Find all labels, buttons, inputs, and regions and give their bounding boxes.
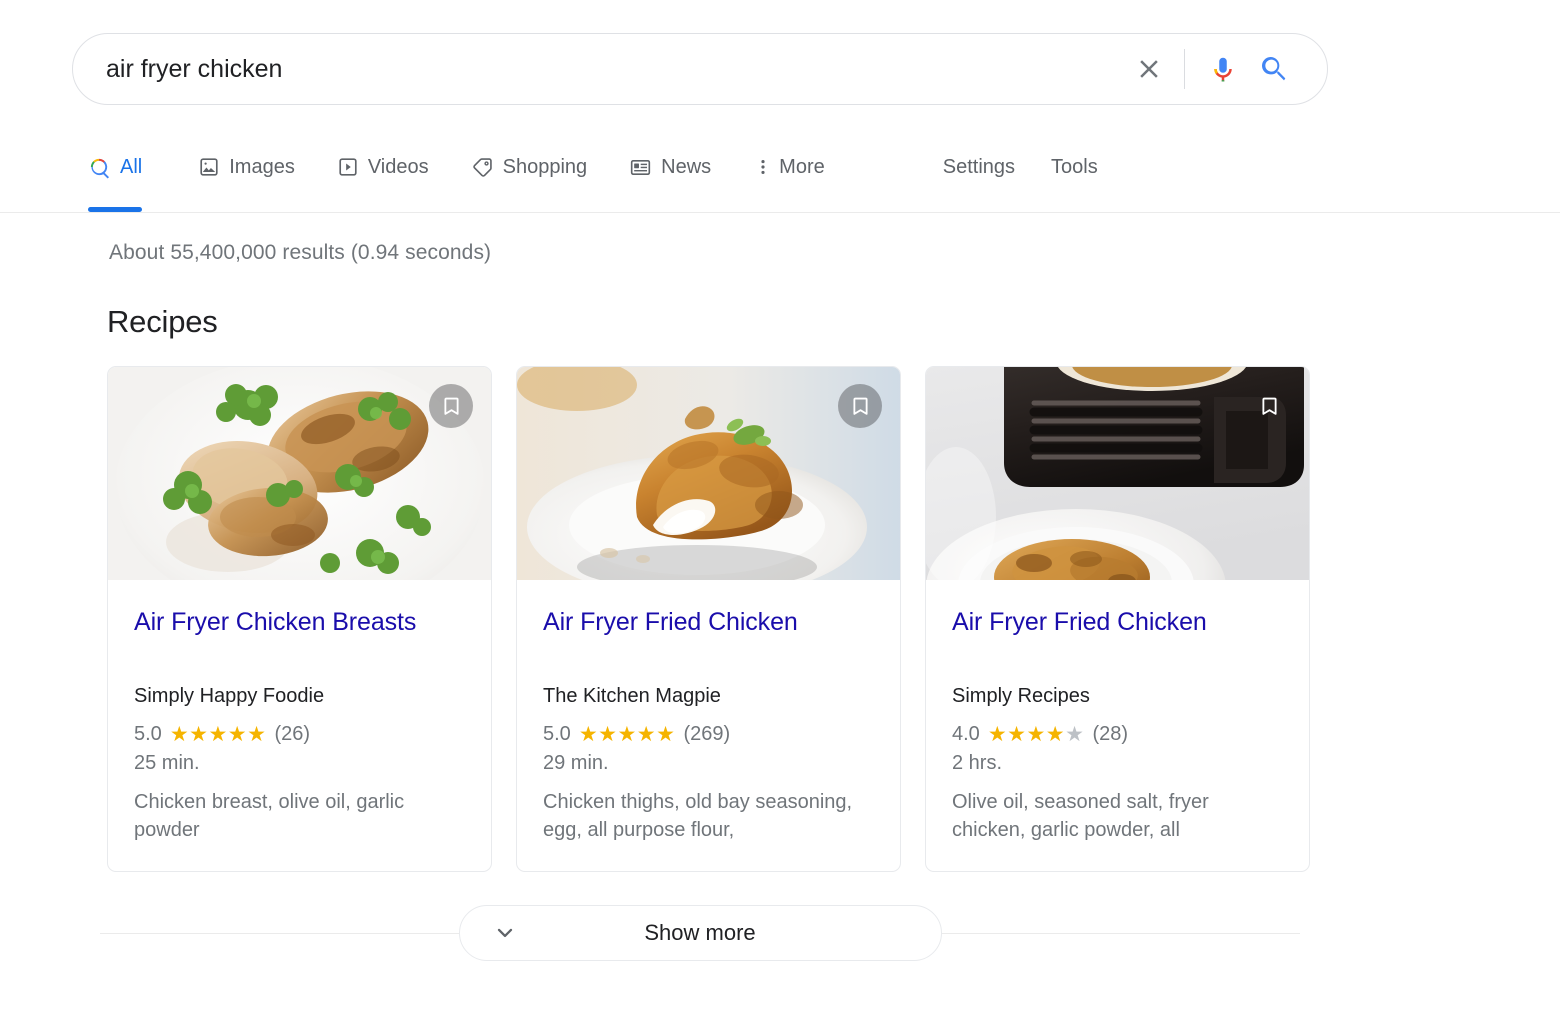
close-icon[interactable] — [1124, 44, 1174, 94]
tab-news[interactable]: News — [613, 143, 727, 191]
show-more-button[interactable]: Show more — [458, 905, 942, 961]
recipe-time: 29 min. — [543, 752, 609, 774]
image-icon — [198, 156, 220, 178]
recipe-source: Simply Recipes — [952, 685, 1090, 707]
search-icon[interactable] — [1247, 45, 1301, 93]
tab-images[interactable]: Images — [182, 143, 311, 191]
search-nav-bar: All Images Videos Shopping News More Set… — [0, 143, 1560, 213]
tab-videos[interactable]: Videos — [321, 143, 445, 191]
recipe-ingredients: Chicken breast, olive oil, garlic powder — [134, 791, 405, 841]
bookmark-icon[interactable] — [429, 384, 473, 428]
show-more-container: Show more — [100, 905, 1300, 961]
news-icon — [629, 156, 652, 179]
rating-value: 5.0 — [134, 723, 162, 745]
chevron-down-icon — [492, 920, 518, 946]
rating-stars: ★ ★ ★ ★ ★ — [169, 722, 267, 746]
recipe-ingredients: Olive oil, seasoned salt, fryer chicken,… — [952, 791, 1209, 841]
review-count: (28) — [1092, 723, 1129, 745]
rating-value: 5.0 — [543, 723, 571, 745]
review-count: (26) — [274, 723, 311, 745]
recipe-rating: 4.0 ★ ★ ★ ★ ★ (28) — [952, 721, 1283, 747]
tab-label: Shopping — [502, 155, 588, 178]
recipe-time: 2 hrs. — [952, 752, 1003, 774]
video-icon — [337, 156, 359, 178]
search-bar[interactable] — [72, 33, 1328, 105]
recipe-card-body: Air Fryer Fried Chicken Simply Recipes 4… — [926, 580, 1309, 844]
search-bar-actions — [1124, 44, 1327, 94]
recipe-card[interactable]: Air Fryer Chicken Breasts Simply Happy F… — [107, 366, 492, 872]
recipe-rating: 5.0 ★ ★ ★ ★ ★ (269) — [543, 721, 874, 747]
tab-label: All — [120, 155, 143, 178]
recipe-image — [926, 367, 1309, 580]
recipe-time: 25 min. — [134, 752, 200, 774]
tab-label: Videos — [367, 155, 429, 178]
recipe-image — [517, 367, 900, 580]
recipe-card-body: Air Fryer Fried Chicken The Kitchen Magp… — [517, 580, 900, 844]
recipe-ingredients: Chicken thighs, old bay seasoning, egg, … — [543, 791, 853, 841]
rating-stars: ★ ★ ★ ★ ★ — [987, 722, 1085, 746]
review-count: (269) — [683, 723, 731, 745]
search-nav-links: Settings Tools — [925, 143, 1116, 191]
recipe-title[interactable]: Air Fryer Fried Chicken — [952, 604, 1283, 676]
recipe-card[interactable]: Air Fryer Fried Chicken The Kitchen Magp… — [516, 366, 901, 872]
tab-label: More — [779, 155, 825, 178]
recipe-card-list: Air Fryer Chicken Breasts Simply Happy F… — [107, 366, 1310, 872]
tag-icon — [471, 156, 494, 179]
tools-link[interactable]: Tools — [1033, 156, 1116, 179]
tab-label: News — [661, 155, 712, 178]
recipe-title[interactable]: Air Fryer Fried Chicken — [543, 604, 874, 676]
show-more-label: Show more — [644, 920, 756, 945]
recipe-title[interactable]: Air Fryer Chicken Breasts — [134, 604, 465, 676]
tab-label: Images — [229, 155, 295, 178]
recipe-rating: 5.0 ★ ★ ★ ★ ★ (26) — [134, 721, 465, 747]
bookmark-icon[interactable] — [838, 384, 882, 428]
tab-all[interactable]: All — [88, 143, 158, 212]
rating-value: 4.0 — [952, 723, 980, 745]
page-title: Recipes — [107, 304, 218, 339]
result-stats: About 55,400,000 results (0.94 seconds) — [109, 241, 492, 264]
tab-more[interactable]: More — [737, 143, 841, 191]
microphone-icon[interactable] — [1199, 45, 1247, 93]
search-bar-divider — [1184, 49, 1185, 89]
bookmark-icon[interactable] — [1247, 384, 1291, 428]
settings-link[interactable]: Settings — [925, 156, 1033, 179]
more-vert-icon — [753, 156, 773, 178]
google-search-results-page: All Images — [0, 0, 1560, 1024]
recipe-source: The Kitchen Magpie — [543, 685, 721, 707]
recipe-source: Simply Happy Foodie — [134, 685, 325, 707]
search-icon — [88, 156, 111, 179]
tab-shopping[interactable]: Shopping — [455, 143, 604, 191]
search-input[interactable] — [73, 52, 1124, 86]
recipe-card[interactable]: Air Fryer Fried Chicken Simply Recipes 4… — [925, 366, 1310, 872]
recipe-card-body: Air Fryer Chicken Breasts Simply Happy F… — [108, 580, 491, 844]
search-tabs: All Images Videos Shopping News More — [88, 143, 851, 212]
rating-stars: ★ ★ ★ ★ ★ — [578, 722, 676, 746]
recipe-image — [108, 367, 491, 580]
